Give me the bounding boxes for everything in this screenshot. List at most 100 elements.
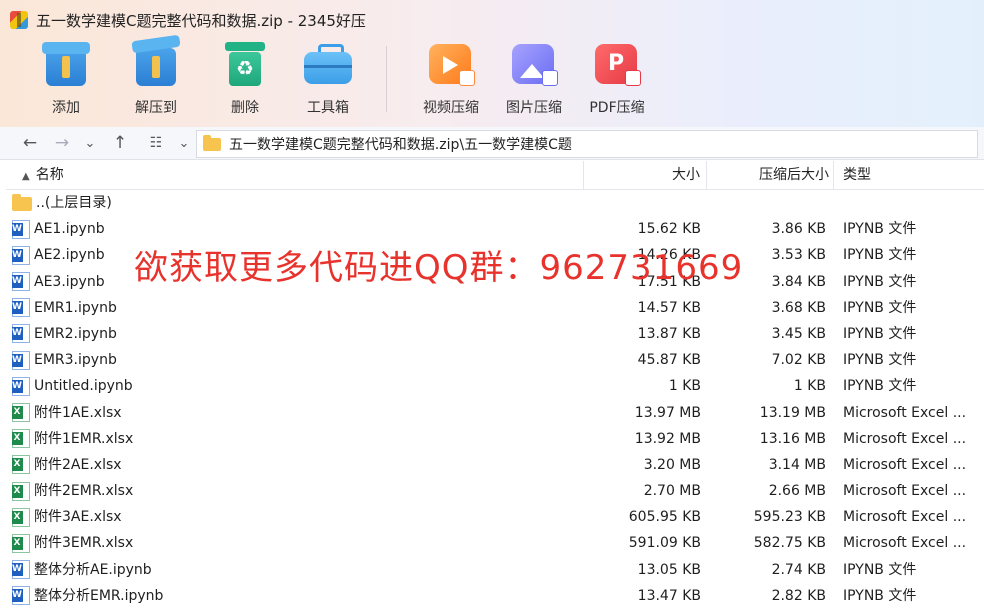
file-size xyxy=(586,190,701,216)
file-row[interactable]: 附件3AE.xlsx 605.95 KB 595.23 KB Microsoft Ex… xyxy=(6,504,984,530)
column-header-packed-size[interactable]: 压缩后大小 xyxy=(708,161,834,189)
file-type: IPYNB 文件 xyxy=(843,325,917,342)
file-size: 15.62 KB xyxy=(637,221,701,238)
file-name: ..(上层目录) xyxy=(36,195,112,211)
column-header-type[interactable]: 类型 xyxy=(835,161,984,189)
extract-button[interactable]: 解压到 xyxy=(116,34,196,118)
excel-icon xyxy=(12,481,30,501)
file-row[interactable]: 整体分析EMR.ipynb 13.47 KB 2.82 KB IPYNB 文件 xyxy=(6,583,984,609)
extract-label: 解压到 xyxy=(135,100,177,116)
file-name-cell: AE1.ipynb xyxy=(12,216,582,242)
word-icon xyxy=(12,272,30,292)
file-name: 附件1AE.xlsx xyxy=(34,404,122,421)
file-row[interactable]: 附件3EMR.xlsx 591.09 KB 582.75 KB Microsoft E… xyxy=(6,530,984,556)
file-size: 3.20 MB xyxy=(643,456,701,473)
video-compress-label: 视频压缩 xyxy=(423,100,479,116)
up-arrow-icon[interactable]: ↑ xyxy=(108,131,132,155)
file-name-cell: 附件1EMR.xlsx xyxy=(12,426,582,452)
file-row[interactable]: EMR2.ipynb 13.87 KB 3.45 KB IPYNB 文件 xyxy=(6,321,984,347)
file-name-cell: 附件3EMR.xlsx xyxy=(12,530,582,556)
image-compress-icon xyxy=(508,38,560,88)
tools-label: 工具箱 xyxy=(307,100,349,116)
file-row[interactable]: 整体分析AE.ipynb 13.05 KB 2.74 KB IPYNB 文件 xyxy=(6,557,984,583)
file-name: EMR1.ipynb xyxy=(34,299,117,316)
file-type: Microsoft Excel ... xyxy=(843,430,967,447)
file-name-cell: 整体分析AE.ipynb xyxy=(12,557,582,583)
address-path: 五一数学建模C题完整代码和数据.zip\五一数学建模C题 xyxy=(229,137,572,153)
file-size: 2.70 MB xyxy=(643,483,701,500)
address-bar[interactable]: 五一数学建模C题完整代码和数据.zip\五一数学建模C题 xyxy=(196,130,978,158)
file-row[interactable]: EMR3.ipynb 45.87 KB 7.02 KB IPYNB 文件 xyxy=(6,347,984,373)
excel-icon xyxy=(12,507,30,527)
view-list-icon[interactable]: ☷ xyxy=(144,131,168,155)
window-title: 五一数学建模C题完整代码和数据.zip - 2345好压 xyxy=(36,11,366,30)
file-name: EMR3.ipynb xyxy=(34,352,117,369)
app-header: 五一数学建模C题完整代码和数据.zip - 2345好压 添加 解压到 ♻ 删除… xyxy=(0,0,984,127)
file-name: 附件1EMR.xlsx xyxy=(34,430,134,447)
file-type: IPYNB 文件 xyxy=(843,221,917,238)
folder-icon xyxy=(12,194,32,211)
file-packed-size: 2.66 MB xyxy=(768,483,826,500)
add-button[interactable]: 添加 xyxy=(26,38,106,118)
history-chevron-down-icon[interactable]: ⌄ xyxy=(78,131,102,155)
excel-icon xyxy=(12,403,30,422)
forward-arrow-icon[interactable]: → xyxy=(50,131,74,155)
file-size: 13.97 MB xyxy=(634,404,701,421)
file-name-cell: EMR3.ipynb xyxy=(12,347,582,373)
file-packed-size: 1 KB xyxy=(793,378,826,395)
file-size: 14.57 KB xyxy=(637,299,701,316)
column-header-name[interactable]: ▲ 名称 xyxy=(6,161,584,189)
file-row[interactable]: 附件1EMR.xlsx 13.92 MB 13.16 MB Microsoft Exc… xyxy=(6,426,984,452)
file-size: 605.95 KB xyxy=(628,509,701,526)
file-name: 附件3EMR.xlsx xyxy=(34,535,134,552)
image-compress-label: 图片压缩 xyxy=(506,100,562,116)
word-icon xyxy=(12,324,30,344)
file-size: 13.05 KB xyxy=(637,561,701,578)
file-row[interactable]: AE1.ipynb 15.62 KB 3.86 KB IPYNB 文件 xyxy=(6,216,984,242)
file-row[interactable]: 附件1AE.xlsx 13.97 MB 13.19 MB Microsoft Exce… xyxy=(6,400,984,426)
haozip-app-icon xyxy=(10,11,28,29)
file-row[interactable]: Untitled.ipynb 1 KB 1 KB IPYNB 文件 xyxy=(6,373,984,399)
file-row[interactable]: 附件2AE.xlsx 3.20 MB 3.14 MB Microsoft Excel … xyxy=(6,452,984,478)
word-icon xyxy=(12,560,30,580)
file-size: 591.09 KB xyxy=(628,535,701,552)
pdf-compress-button[interactable]: P PDF压缩 xyxy=(577,38,657,118)
column-header-size[interactable]: 大小 xyxy=(585,161,707,189)
file-name: AE2.ipynb xyxy=(34,247,105,264)
file-name: 整体分析AE.ipynb xyxy=(34,561,152,578)
file-size: 45.87 KB xyxy=(637,352,701,369)
file-name-cell: 附件1AE.xlsx xyxy=(12,400,582,426)
add-archive-icon xyxy=(40,38,92,88)
word-icon xyxy=(12,298,30,318)
word-icon xyxy=(12,245,30,265)
excel-icon xyxy=(12,455,30,475)
file-type: IPYNB 文件 xyxy=(843,561,917,578)
toolbar: 添加 解压到 ♻ 删除 工具箱 视频压缩 图片压缩 P PDF压缩 xyxy=(0,34,984,124)
file-packed-size: 2.74 KB xyxy=(771,561,826,578)
file-packed-size: 13.16 MB xyxy=(759,430,826,447)
file-name: AE3.ipynb xyxy=(34,273,105,290)
file-type: IPYNB 文件 xyxy=(843,378,917,395)
image-compress-button[interactable]: 图片压缩 xyxy=(494,38,574,118)
file-packed-size: 582.75 KB xyxy=(753,535,826,552)
delete-label: 删除 xyxy=(231,100,259,116)
file-name-cell: 附件2EMR.xlsx xyxy=(12,478,582,504)
add-label: 添加 xyxy=(52,100,80,116)
file-row[interactable]: ..(上层目录) xyxy=(6,190,984,216)
file-name-cell: Untitled.ipynb xyxy=(12,373,582,399)
file-packed-size xyxy=(712,190,826,216)
tools-button[interactable]: 工具箱 xyxy=(288,38,368,118)
file-type: Microsoft Excel ... xyxy=(843,535,967,552)
file-type xyxy=(843,190,978,216)
video-compress-button[interactable]: 视频压缩 xyxy=(411,38,491,118)
file-row[interactable]: EMR1.ipynb 14.57 KB 3.68 KB IPYNB 文件 xyxy=(6,295,984,321)
back-arrow-icon[interactable]: ← xyxy=(18,131,42,155)
delete-button[interactable]: ♻ 删除 xyxy=(205,38,285,118)
file-type: Microsoft Excel ... xyxy=(843,483,967,500)
folder-icon xyxy=(203,134,221,151)
file-row[interactable]: 附件2EMR.xlsx 2.70 MB 2.66 MB Microsoft Excel… xyxy=(6,478,984,504)
recycle-bin-icon: ♻ xyxy=(219,38,271,88)
file-size: 13.87 KB xyxy=(637,325,701,342)
file-name: EMR2.ipynb xyxy=(34,325,117,342)
view-chevron-down-icon[interactable]: ⌄ xyxy=(172,131,196,155)
